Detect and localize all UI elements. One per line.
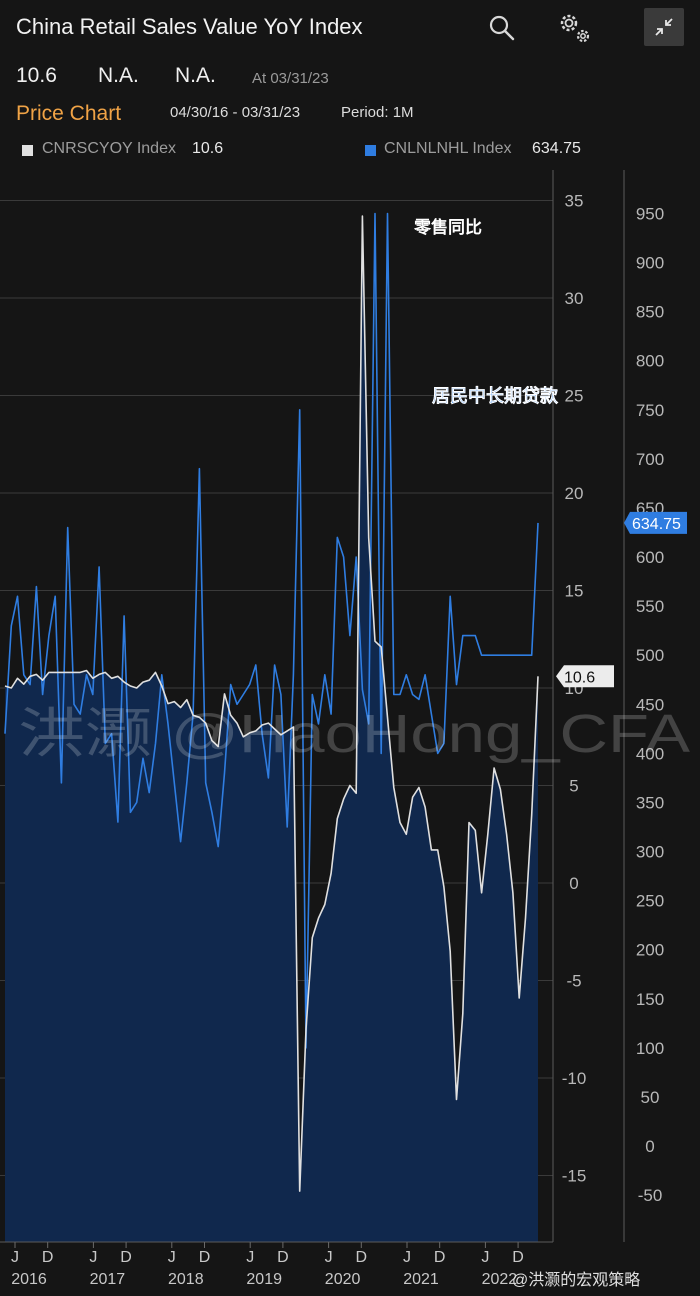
right-tick-label: 150 xyxy=(636,990,664,1009)
left-tick-label: 15 xyxy=(565,582,584,601)
right-tick-label: -50 xyxy=(638,1186,663,1205)
x-month-label: J xyxy=(246,1249,254,1266)
x-year-label: 2020 xyxy=(325,1271,361,1288)
right-tick-label: 0 xyxy=(645,1137,654,1156)
x-month-label: J xyxy=(403,1249,411,1266)
left-tick-label: 30 xyxy=(565,289,584,308)
x-month-label: D xyxy=(434,1249,446,1266)
right-tick-label: 850 xyxy=(636,303,664,322)
left-tick-label: 35 xyxy=(565,192,584,211)
loans-last-label: 634.75 xyxy=(632,516,681,533)
left-tick-label: 5 xyxy=(569,777,578,796)
x-month-label: J xyxy=(89,1249,97,1266)
x-month-label: J xyxy=(481,1249,489,1266)
left-tick-label: -10 xyxy=(562,1069,587,1088)
x-month-label: D xyxy=(120,1249,132,1266)
left-tick-label: 0 xyxy=(569,874,578,893)
right-tick-label: 550 xyxy=(636,597,664,616)
annotation-retail: 零售同比 xyxy=(413,217,482,237)
x-year-label: 2017 xyxy=(90,1271,126,1288)
left-tick-label: -5 xyxy=(566,972,581,991)
right-tick-label: 100 xyxy=(636,1039,664,1058)
right-tick-label: 300 xyxy=(636,843,664,862)
right-tick-label: 950 xyxy=(636,204,664,223)
right-tick-label: 700 xyxy=(636,450,664,469)
source-watermark: @洪灏的宏观策略 xyxy=(512,1272,641,1289)
left-tick-label: 20 xyxy=(565,484,584,503)
right-tick-label: 250 xyxy=(636,892,664,911)
right-tick-label: 900 xyxy=(636,254,664,273)
retail-last-label: 10.6 xyxy=(564,669,595,686)
left-tick-label: -15 xyxy=(562,1167,587,1186)
left-tick-label: 25 xyxy=(565,387,584,406)
x-year-label: 2019 xyxy=(246,1271,282,1288)
price-chart[interactable]: 35302520151050-5-10-15950900850800750700… xyxy=(0,0,700,1296)
right-tick-label: 500 xyxy=(636,646,664,665)
x-year-label: 2018 xyxy=(168,1271,204,1288)
right-tick-label: 50 xyxy=(641,1088,660,1107)
x-month-label: D xyxy=(277,1249,289,1266)
x-year-label: 2016 xyxy=(11,1271,47,1288)
right-tick-label: 600 xyxy=(636,548,664,567)
right-tick-label: 350 xyxy=(636,793,664,812)
x-month-label: J xyxy=(11,1249,19,1266)
x-month-label: D xyxy=(42,1249,54,1266)
x-month-label: D xyxy=(199,1249,211,1266)
x-year-label: 2021 xyxy=(403,1271,439,1288)
x-month-label: J xyxy=(168,1249,176,1266)
right-tick-label: 200 xyxy=(636,941,664,960)
x-month-label: J xyxy=(325,1249,333,1266)
watermark-text: 洪灏 @HaoHong_CFA xyxy=(18,704,690,764)
x-month-label: D xyxy=(356,1249,368,1266)
right-tick-label: 800 xyxy=(636,352,664,371)
right-tick-label: 750 xyxy=(636,401,664,420)
annotation-loans: 居民中长期贷款 xyxy=(432,385,559,406)
x-month-label: D xyxy=(512,1249,524,1266)
